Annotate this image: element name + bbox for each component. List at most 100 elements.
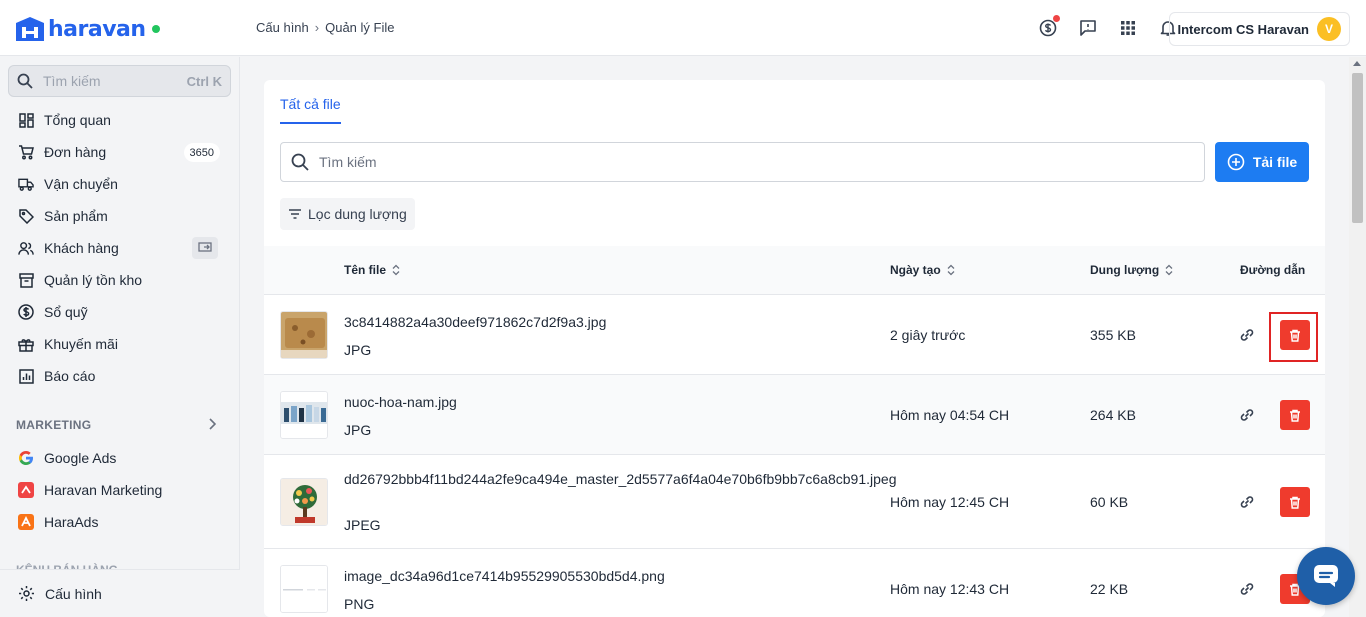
copy-link-icon[interactable] xyxy=(1238,493,1256,511)
billing-icon[interactable] xyxy=(1038,15,1060,40)
file-search-input[interactable] xyxy=(319,154,1204,170)
copy-link-icon[interactable] xyxy=(1238,326,1256,344)
file-name[interactable]: nuoc-hoa-nam.jpg xyxy=(344,394,864,411)
column-size[interactable]: Dung lượng xyxy=(1090,263,1173,277)
sidebar-item-haraads[interactable]: HaraAds xyxy=(0,506,240,538)
file-size: 22 KB xyxy=(1090,581,1129,597)
gear-icon xyxy=(18,585,35,602)
tab-all-files[interactable]: Tất cả file xyxy=(280,96,341,124)
copy-link-icon[interactable] xyxy=(1238,406,1256,424)
sidebar-item-overview[interactable]: Tổng quan xyxy=(0,104,240,136)
column-name[interactable]: Tên file xyxy=(344,263,400,277)
file-search[interactable] xyxy=(280,142,1205,182)
sort-icon xyxy=(947,264,955,276)
file-size: 264 KB xyxy=(1090,407,1136,423)
top-icons xyxy=(1038,15,1178,40)
column-date[interactable]: Ngày tạo xyxy=(890,263,955,277)
account-name: Intercom CS Haravan xyxy=(1177,21,1310,37)
file-type: JPEG xyxy=(344,517,381,533)
upload-file-button[interactable]: Tải file xyxy=(1215,142,1309,182)
sidebar-item-shipping[interactable]: Vận chuyển xyxy=(0,168,240,200)
sidebar-search-placeholder: Tìm kiếm xyxy=(43,73,101,89)
sidebar-item-customers[interactable]: Khách hàng xyxy=(0,232,240,264)
sidebar-item-label: Báo cáo xyxy=(44,368,96,384)
marketing-section-header[interactable]: MARKETING xyxy=(16,418,216,432)
sidebar-item-inventory[interactable]: Quản lý tồn kho xyxy=(0,264,240,296)
brand-name: haravan xyxy=(48,16,146,42)
file-thumbnail xyxy=(280,478,328,526)
filter-size-label: Lọc dung lượng xyxy=(308,206,407,222)
online-status-dot xyxy=(151,25,160,33)
sidebar: Tìm kiếm Ctrl K Tổng quan Đơn hàng 3650 … xyxy=(0,57,240,617)
breadcrumb-parent[interactable]: Cấu hình xyxy=(256,20,309,35)
sidebar-item-label: Khuyến mãi xyxy=(44,336,118,352)
sidebar-search[interactable]: Tìm kiếm Ctrl K xyxy=(8,65,231,97)
sort-icon xyxy=(392,264,400,276)
sidebar-item-settings[interactable]: Cấu hình xyxy=(0,569,240,617)
breadcrumb-current: Quản lý File xyxy=(325,20,395,35)
account-menu[interactable]: Intercom CS Haravan V xyxy=(1168,12,1350,46)
file-name[interactable]: image_dc34a96d1ce7414b95529905530bd5d4.p… xyxy=(344,568,864,585)
trash-icon xyxy=(1290,329,1300,342)
apps-grid-icon[interactable] xyxy=(1118,16,1138,40)
sidebar-item-haravan-marketing[interactable]: Haravan Marketing xyxy=(0,474,240,506)
chevron-right-icon xyxy=(208,418,216,432)
table-row[interactable]: image_dc34a96d1ce7414b95529905530bd5d4.p… xyxy=(264,549,1325,617)
breadcrumb-separator: › xyxy=(314,20,320,35)
file-name[interactable]: dd26792bbb4f11bd244a2fe9ca494e_master_2d… xyxy=(344,471,896,488)
upload-file-label: Tải file xyxy=(1252,154,1298,170)
top-bar: haravan Cấu hình › Quản lý File Intercom… xyxy=(0,0,1366,56)
dollar-icon xyxy=(18,304,34,320)
scrollbar-thumb[interactable] xyxy=(1352,73,1363,223)
file-thumbnail xyxy=(280,565,328,613)
sidebar-item-label: Khách hàng xyxy=(44,240,119,256)
sidebar-item-label: HaraAds xyxy=(44,514,99,530)
table-row[interactable]: 3c8414882a4a30deef971862c7d2f9a3.jpg JPG… xyxy=(264,295,1325,375)
breadcrumb: Cấu hình › Quản lý File xyxy=(256,20,394,35)
table-row[interactable]: nuoc-hoa-nam.jpg JPG Hôm nay 04:54 CH 26… xyxy=(264,375,1325,455)
filter-icon xyxy=(289,209,301,219)
marketing-label: MARKETING xyxy=(16,418,92,432)
file-size: 60 KB xyxy=(1090,494,1129,510)
trash-icon xyxy=(1290,496,1300,509)
search-icon xyxy=(17,73,33,89)
intercom-chat-button[interactable] xyxy=(1297,547,1355,605)
sidebar-item-google-ads[interactable]: Google Ads xyxy=(0,442,240,474)
file-thumbnail xyxy=(280,391,328,439)
trash-icon xyxy=(1290,409,1300,422)
sidebar-item-promotions[interactable]: Khuyến mãi xyxy=(0,328,240,360)
delete-button[interactable] xyxy=(1280,320,1310,350)
sidebar-item-reports[interactable]: Báo cáo xyxy=(0,360,240,392)
sidebar-item-label: Google Ads xyxy=(44,450,117,466)
file-thumbnail xyxy=(280,311,328,359)
search-icon xyxy=(291,153,309,171)
file-size: 355 KB xyxy=(1090,327,1136,343)
haravan-logo[interactable]: haravan xyxy=(14,14,160,44)
haraads-icon xyxy=(18,514,34,530)
sidebar-item-cashbook[interactable]: Sổ quỹ xyxy=(0,296,240,328)
filter-size-button[interactable]: Lọc dung lượng xyxy=(280,198,415,230)
sidebar-item-orders[interactable]: Đơn hàng 3650 xyxy=(0,136,240,168)
copy-link-icon[interactable] xyxy=(1238,580,1256,598)
file-type: JPG xyxy=(344,422,372,438)
sidebar-item-products[interactable]: Sản phẩm xyxy=(0,200,240,232)
plus-circle-icon xyxy=(1227,153,1245,171)
file-name[interactable]: 3c8414882a4a30deef971862c7d2f9a3.jpg xyxy=(344,314,864,331)
haravan-logo-icon xyxy=(16,17,44,41)
table-row[interactable]: dd26792bbb4f11bd244a2fe9ca494e_master_2d… xyxy=(264,455,1325,549)
file-type: JPG xyxy=(344,342,372,358)
file-date: 2 giây trước xyxy=(890,327,966,343)
feedback-icon[interactable] xyxy=(1078,16,1098,40)
column-link-label: Đường dẫn xyxy=(1240,263,1306,277)
file-date: Hôm nay 12:45 CH xyxy=(890,494,1010,510)
page-scrollbar[interactable] xyxy=(1349,57,1366,617)
scroll-up-arrow-icon[interactable] xyxy=(1353,61,1361,66)
orders-count-badge: 3650 xyxy=(183,143,220,162)
delete-button[interactable] xyxy=(1280,487,1310,517)
delete-button[interactable] xyxy=(1280,400,1310,430)
screen-share-icon[interactable] xyxy=(192,237,218,259)
sidebar-item-label: Vận chuyển xyxy=(44,176,118,192)
sidebar-nav: Tổng quan Đơn hàng 3650 Vận chuyển Sản p… xyxy=(0,104,240,392)
sidebar-item-label: Haravan Marketing xyxy=(44,482,163,498)
search-shortcut: Ctrl K xyxy=(186,73,222,89)
